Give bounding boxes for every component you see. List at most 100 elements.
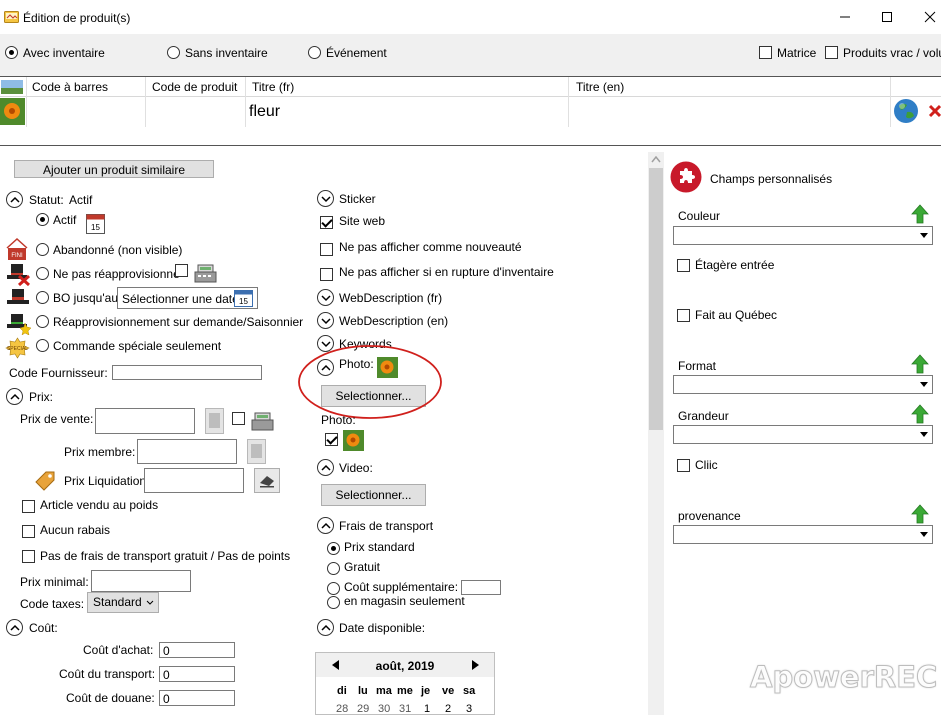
color-arrow-up-icon[interactable]	[911, 204, 929, 224]
maximize-icon[interactable]	[878, 8, 896, 26]
bulk-checkbox[interactable]	[825, 46, 838, 59]
calendar-day[interactable]: 28	[336, 703, 348, 715]
delete-icon[interactable]	[928, 104, 941, 118]
calendar-day[interactable]: 31	[399, 703, 411, 715]
bo-date-picker[interactable]: Sélectionner une date 15	[117, 287, 258, 309]
color-select[interactable]	[673, 226, 933, 245]
status-special-order-radio[interactable]	[36, 339, 49, 352]
close-icon[interactable]	[921, 8, 939, 26]
tax-code-select[interactable]: Standard	[87, 592, 159, 613]
calendar-day[interactable]: 30	[378, 703, 390, 715]
format-select[interactable]	[673, 375, 933, 394]
product-thumbnail-icon[interactable]	[0, 98, 25, 125]
available-date-collapse-button[interactable]	[317, 619, 334, 636]
grid-header-title-fr[interactable]: Titre (fr)	[252, 80, 294, 94]
grid-header-barcode[interactable]: Code à barres	[32, 80, 108, 94]
web-desc-en-expand-button[interactable]	[317, 312, 334, 329]
made-in-quebec-checkbox[interactable]	[677, 309, 690, 322]
transport-cost-value: 0	[163, 668, 170, 682]
member-price-input[interactable]	[137, 439, 237, 464]
shipping-store-only-radio[interactable]	[327, 596, 340, 609]
cliic-label: Cliic	[695, 458, 718, 472]
size-select[interactable]	[673, 425, 933, 444]
not-out-of-stock-label: Ne pas afficher si en rupture d'inventai…	[339, 265, 554, 279]
shipping-collapse-button[interactable]	[317, 517, 334, 534]
web-desc-fr-expand-button[interactable]	[317, 289, 334, 306]
status-no-restock-radio[interactable]	[36, 267, 49, 280]
price-collapse-button[interactable]	[6, 388, 23, 405]
status-bo-radio[interactable]	[36, 291, 49, 304]
calendar-day[interactable]: 1	[424, 703, 430, 715]
sale-price-checkbox[interactable]	[232, 412, 245, 425]
select-video-button[interactable]: Selectionner...	[321, 484, 426, 506]
photo-checkbox[interactable]	[325, 433, 338, 446]
cliic-checkbox[interactable]	[677, 459, 690, 472]
calendar-icon-day: 15	[91, 223, 100, 232]
calendar-month[interactable]: août, 2019	[316, 659, 494, 673]
website-checkbox[interactable]	[320, 216, 333, 229]
no-discount-checkbox[interactable]	[22, 525, 35, 538]
shipping-standard-radio[interactable]	[327, 542, 340, 555]
matrix-checkbox[interactable]	[759, 46, 772, 59]
mode-without-inventory-radio[interactable]	[167, 46, 180, 59]
mode-event-label: Événement	[326, 46, 387, 60]
not-out-of-stock-checkbox[interactable]	[320, 268, 333, 281]
grid-header-product-code[interactable]: Code de produit	[152, 80, 237, 94]
customs-cost-value: 0	[163, 692, 170, 706]
sale-price-input[interactable]	[95, 408, 195, 434]
grid-cell-title-fr[interactable]: fleur	[247, 100, 567, 124]
customs-cost-input[interactable]: 0	[159, 690, 235, 706]
sticker-expand-button[interactable]	[317, 190, 334, 207]
shelf-entry-checkbox[interactable]	[677, 259, 690, 272]
shipping-extra-radio[interactable]	[327, 582, 340, 595]
status-seasonal-radio[interactable]	[36, 315, 49, 328]
status-collapse-button[interactable]	[6, 191, 23, 208]
cost-collapse-button[interactable]	[6, 619, 23, 636]
photo-thumbnail-icon-2	[343, 430, 364, 451]
scrollbar-thumb[interactable]	[649, 168, 663, 430]
minimize-icon[interactable]	[836, 8, 854, 26]
purchase-cost-input[interactable]: 0	[159, 642, 235, 658]
calendar-day[interactable]: 3	[466, 703, 472, 715]
eraser-button-icon[interactable]	[254, 468, 280, 493]
scroll-up-icon[interactable]	[651, 156, 661, 163]
mode-event-radio[interactable]	[308, 46, 321, 59]
status-no-restock-label: Ne pas réapprovisionné	[53, 267, 180, 281]
liquidation-price-input[interactable]	[144, 468, 244, 493]
transport-cost-input[interactable]: 0	[159, 666, 235, 682]
status-abandoned-radio[interactable]	[36, 243, 49, 256]
calendar-next-icon[interactable]	[471, 660, 479, 670]
not-new-checkbox[interactable]	[320, 243, 333, 256]
date-picker-calendar-icon[interactable]: 15	[234, 290, 253, 307]
shipping-free-radio[interactable]	[327, 562, 340, 575]
calendar-icon: 15	[86, 212, 105, 234]
globe-icon[interactable]	[893, 98, 919, 124]
photo-label-2: Photo:	[321, 413, 356, 427]
month-calendar[interactable]: août, 2019 di lu ma me je ve sa 28 29 30…	[315, 652, 495, 715]
shipping-store-only-label: en magasin seulement	[344, 594, 465, 608]
video-collapse-button[interactable]	[317, 459, 334, 476]
seasonal-hat-icon	[5, 311, 32, 336]
no-free-shipping-checkbox[interactable]	[22, 550, 35, 563]
sold-by-weight-checkbox[interactable]	[22, 500, 35, 513]
shipping-standard-label: Prix standard	[344, 540, 415, 554]
add-similar-product-button[interactable]: Ajouter un produit similaire	[14, 160, 214, 178]
origin-arrow-up-icon[interactable]	[911, 504, 929, 524]
calendar-day[interactable]: 2	[445, 703, 451, 715]
min-price-input[interactable]	[91, 570, 191, 592]
mode-with-inventory-radio[interactable]	[5, 46, 18, 59]
grid-header-title-en[interactable]: Titre (en)	[576, 80, 624, 94]
shipping-extra-input[interactable]	[461, 580, 501, 595]
status-active-radio[interactable]	[36, 213, 49, 226]
vertical-scrollbar[interactable]	[648, 152, 664, 715]
calculator-icon[interactable]	[205, 408, 224, 434]
size-label: Grandeur	[678, 409, 729, 423]
grid-col-sep	[568, 77, 569, 127]
origin-select[interactable]	[673, 525, 933, 544]
format-arrow-up-icon[interactable]	[911, 354, 929, 374]
calendar-day[interactable]: 29	[357, 703, 369, 715]
no-restock-checkbox[interactable]	[175, 264, 188, 277]
supplier-code-input[interactable]	[112, 365, 262, 380]
size-arrow-up-icon[interactable]	[911, 404, 929, 424]
calculator-icon-2[interactable]	[247, 439, 266, 464]
